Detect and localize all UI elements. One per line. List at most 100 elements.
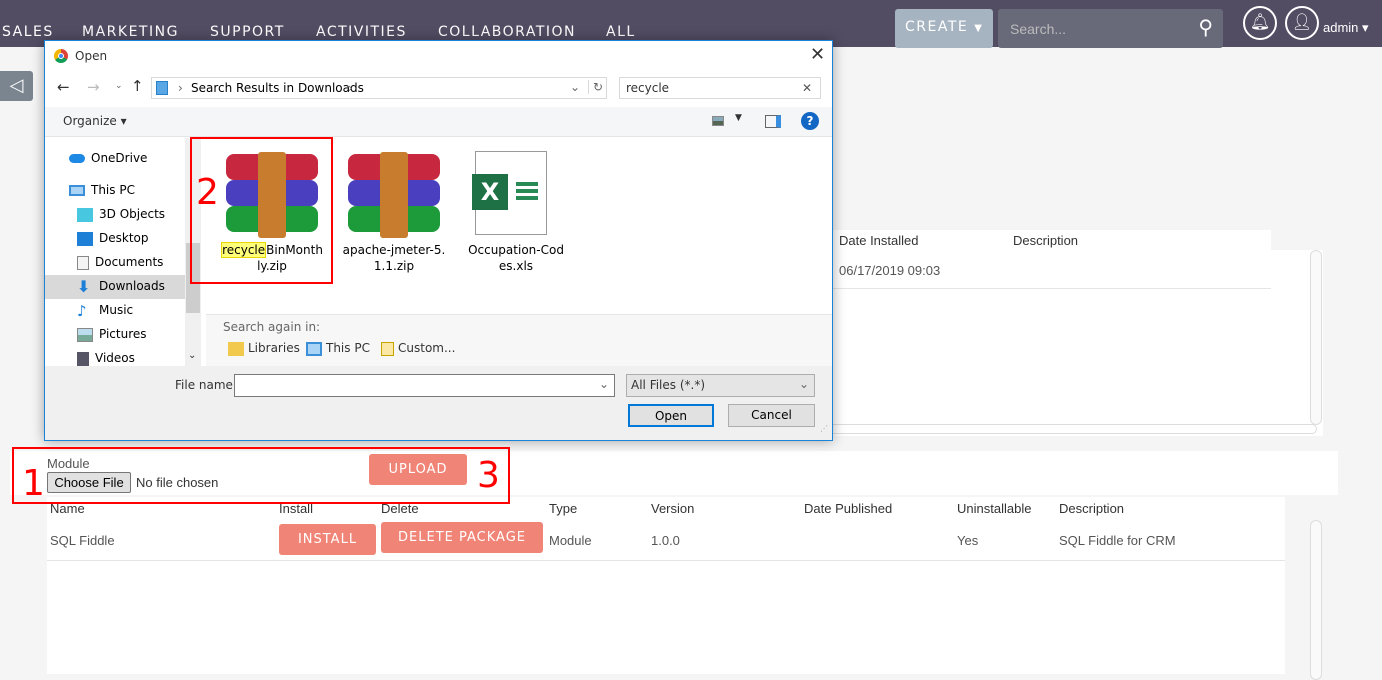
winrar-archive-icon [348,152,440,238]
file-name-line2: es.xls [498,259,534,273]
cloud-icon [69,154,85,163]
resize-grip-icon[interactable]: ⋰ [820,424,828,433]
col-version: Version [651,501,695,516]
create-button[interactable]: CREATE ▼ [895,9,993,48]
pictures-icon [77,327,93,342]
chevron-down-icon[interactable]: ⌄ [599,377,609,391]
excel-file-icon: X [472,151,547,235]
cancel-button[interactable]: Cancel [728,404,815,427]
search-again-panel: Search again in: Libraries This PC Custo… [206,314,832,366]
search-results-icon [156,81,168,95]
breadcrumb-separator: › [348,81,353,95]
nav-pictures[interactable]: Pictures [77,327,147,342]
close-icon[interactable]: ✕ [810,44,825,65]
notification-bell-icon[interactable]: 🔔︎ [1243,6,1277,40]
nav-collaboration[interactable]: COLLABORATION [438,24,576,40]
cell-date-installed: 06/17/2019 09:03 [839,263,941,278]
install-button[interactable]: INSTALL [279,524,376,555]
breadcrumb-path[interactable]: Search Results in Downloads [191,81,364,95]
nav-3d-objects[interactable]: 3D Objects [77,207,165,222]
dialog-footer: File name: ⌄ All Files (*.*) ⌄ Open Cance… [45,366,832,440]
nav-support[interactable]: SUPPORT [210,24,285,40]
nav-videos[interactable]: Videos [77,351,135,366]
cell-name: SQL Fiddle [50,533,115,548]
nav-all[interactable]: ALL [606,24,636,40]
refresh-icon[interactable]: ↻ [588,80,603,94]
cell-type: Module [549,533,592,548]
nav-documents[interactable]: Documents [77,255,163,270]
search-value: recycle [626,81,670,95]
horizontal-scrollbar[interactable] [827,424,1317,434]
document-icon [77,255,89,270]
sidebar-toggle-button[interactable]: ◁ [0,71,33,101]
open-button[interactable]: Open [628,404,714,427]
link-label: Libraries [248,341,300,355]
dialog-search-input[interactable]: recycle ✕ [619,77,821,99]
address-bar[interactable]: › Search Results in Downloads › ⌄ ↻ [151,77,607,99]
nav-label: OneDrive [91,151,148,165]
user-name: admin [1323,20,1359,35]
film-icon [77,351,89,366]
delete-package-button[interactable]: DELETE PACKAGE [381,522,543,553]
nav-marketing[interactable]: MARKETING [82,24,179,40]
search-again-label: Search again in: [223,320,321,334]
breadcrumb-separator: › [178,81,183,95]
link-label: This PC [326,341,370,355]
search-icon[interactable]: ⚲ [1198,15,1213,40]
user-avatar-icon[interactable]: 👤︎ [1285,6,1319,40]
scroll-down-icon[interactable]: ⌄ [188,350,196,361]
nav-desktop[interactable]: Desktop [77,231,149,246]
chevron-down-icon[interactable]: ⌄ [570,80,580,94]
cell-description: SQL Fiddle for CRM [1059,533,1176,548]
search-placeholder: Search... [1010,21,1067,37]
vertical-scrollbar[interactable] [1310,520,1322,680]
view-options-icon[interactable] [712,116,724,126]
download-arrow-icon: ⬇ [77,276,91,296]
file-name-line2: 1.1.zip [373,259,415,273]
file-name-label: File name: [175,378,237,392]
clear-search-icon[interactable]: ✕ [802,81,812,95]
dialog-toolbar: Organize ▾ ▼ ? [45,107,832,137]
nav-this-pc[interactable]: This PC [69,183,135,197]
back-arrow-icon[interactable]: ← [57,78,70,96]
cube-icon [77,207,93,222]
search-custom-link[interactable]: Custom... [381,341,455,356]
search-input[interactable]: Search... ⚲ [998,9,1223,48]
nav-label: Music [99,303,134,317]
desktop-icon [77,231,93,246]
annotation-number-1: 1 [22,463,45,504]
preview-pane-icon[interactable] [765,115,781,128]
file-type-select[interactable]: All Files (*.*) ⌄ [626,374,815,397]
col-date-published: Date Published [804,501,893,516]
search-this-pc-link[interactable]: This PC [306,341,370,356]
nav-label: 3D Objects [99,207,166,221]
view-dropdown-icon[interactable]: ▼ [735,113,742,123]
recent-dropdown-icon[interactable]: ⌄ [115,81,123,91]
user-menu[interactable]: admin ▾ [1323,20,1369,36]
file-name-input[interactable]: ⌄ [234,374,615,397]
search-libraries-link[interactable]: Libraries [228,341,300,356]
forward-arrow-icon[interactable]: → [87,78,100,96]
col-date-installed: Date Installed [839,233,919,248]
file-type-value: All Files (*.*) [631,378,706,392]
organize-label: Organize [63,114,117,128]
annotation-number-3: 3 [477,455,500,496]
col-description: Description [1059,501,1125,516]
chevron-down-icon: ⌄ [798,377,809,391]
nav-downloads[interactable]: ⬇ Downloads [77,276,165,296]
help-icon[interactable]: ? [801,112,819,130]
dialog-title: Open [75,49,108,63]
nav-music[interactable]: ♪ Music [77,303,134,318]
nav-activities[interactable]: ACTIVITIES [316,24,407,40]
nav-label: Documents [95,255,164,269]
nav-sales[interactable]: SALES [2,24,54,40]
create-label: CREATE [905,19,969,35]
vertical-scrollbar[interactable] [1310,250,1322,425]
up-arrow-icon[interactable]: ↑ [131,77,144,95]
libraries-icon [228,341,244,356]
nav-onedrive[interactable]: OneDrive [69,151,147,165]
caret-down-icon: ▼ [974,23,984,34]
organize-button[interactable]: Organize ▾ [63,114,127,128]
nav-label: Pictures [99,327,147,341]
file-name-line1: Occupation-Cod [468,243,564,257]
